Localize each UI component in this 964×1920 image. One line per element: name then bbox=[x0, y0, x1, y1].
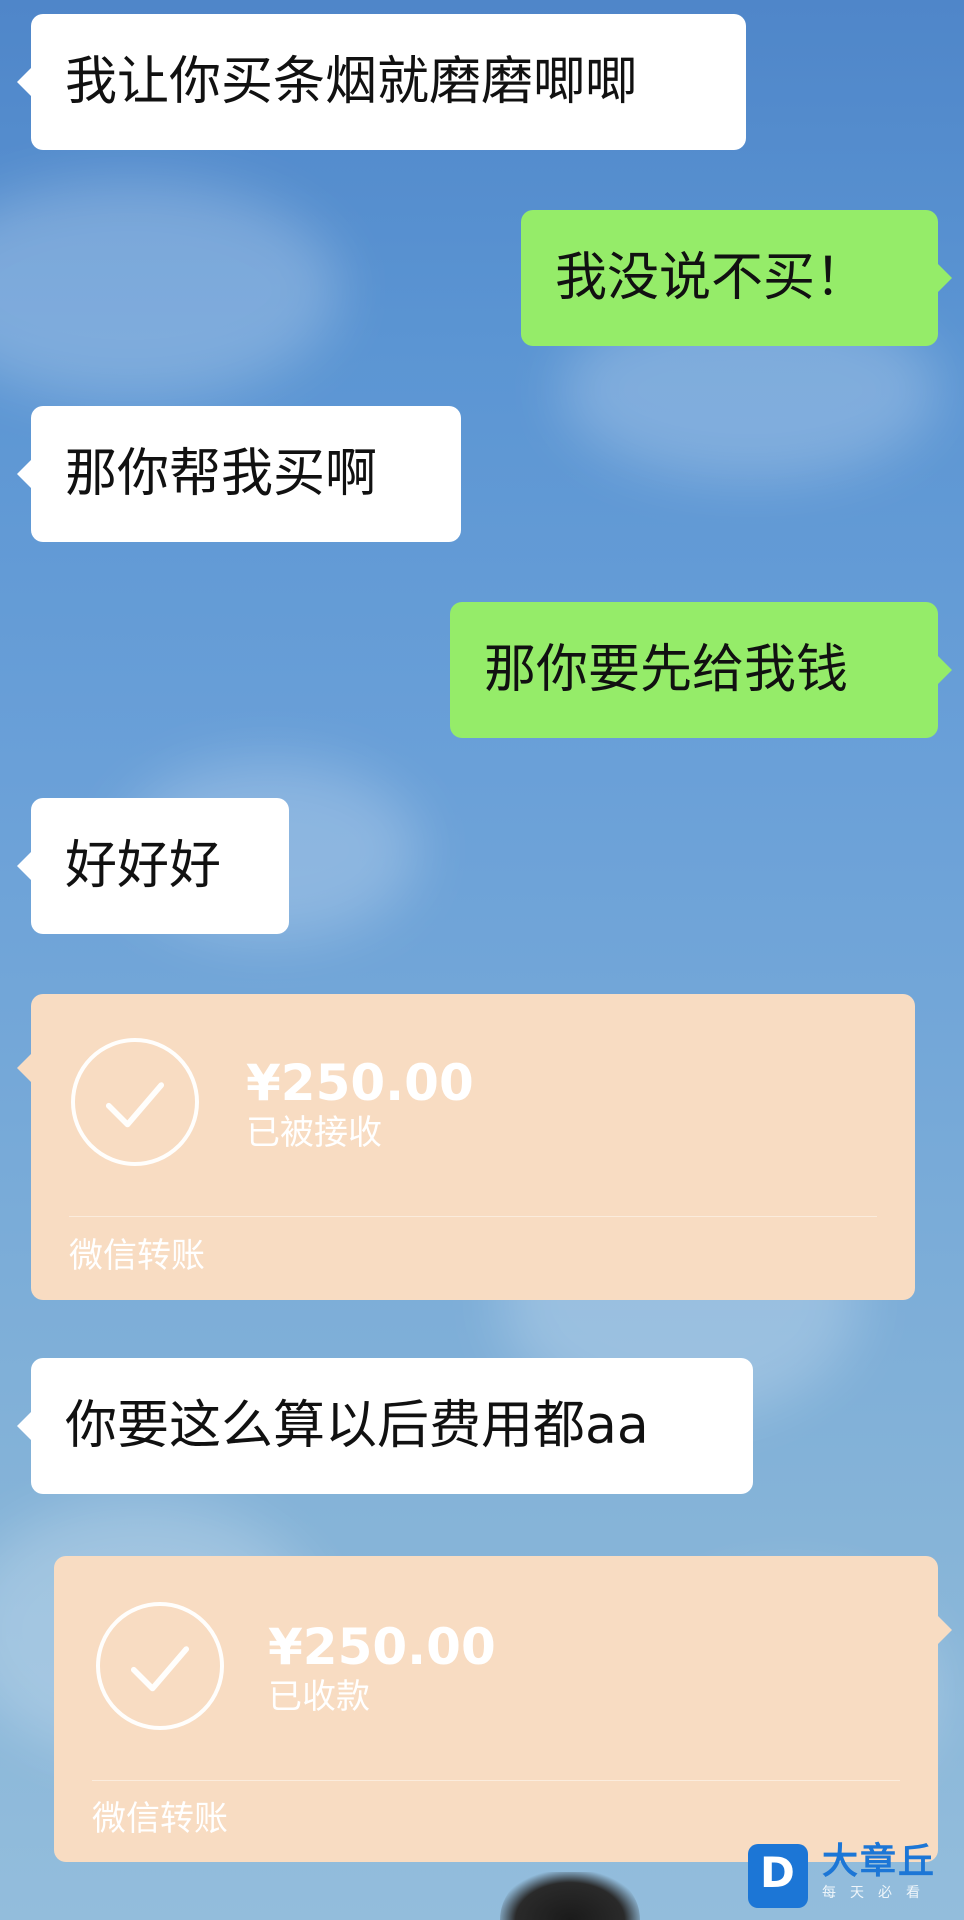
check-circle-icon bbox=[96, 1602, 224, 1730]
outgoing-message-bubble[interactable]: 我没说不买！ bbox=[521, 210, 938, 346]
message-text: 好好好 bbox=[65, 836, 222, 896]
watermark-brand: 大章丘 bbox=[822, 1841, 937, 1882]
message-text: 那你要先给我钱 bbox=[484, 640, 849, 700]
incoming-transfer-card[interactable]: ¥250.00 已被接收 微信转账 bbox=[17, 994, 915, 1300]
background-figure bbox=[500, 1872, 640, 1920]
incoming-message-bubble[interactable]: 那你帮我买啊 bbox=[31, 406, 461, 542]
transfer-divider bbox=[92, 1780, 900, 1781]
transfer-amount: ¥250.00 bbox=[268, 1618, 496, 1676]
message-row: 你要这么算以后费用都aa bbox=[31, 1358, 753, 1494]
message-row: 那你帮我买啊 bbox=[31, 406, 461, 542]
message-text: 我让你买条烟就磨磨唧唧 bbox=[65, 52, 638, 112]
message-row: 那你要先给我钱 bbox=[450, 602, 938, 738]
incoming-message-bubble[interactable]: 你要这么算以后费用都aa bbox=[31, 1358, 753, 1494]
transfer-amount: ¥250.00 bbox=[246, 1054, 474, 1112]
message-text: 你要这么算以后费用都aa bbox=[65, 1396, 649, 1456]
message-row: 好好好 bbox=[31, 798, 289, 934]
outgoing-transfer-card[interactable]: ¥250.00 已收款 微信转账 bbox=[54, 1556, 952, 1862]
transfer-service-label: 微信转账 bbox=[92, 1799, 228, 1839]
transfer-divider bbox=[69, 1216, 877, 1217]
incoming-message-bubble[interactable]: 好好好 bbox=[31, 798, 289, 934]
message-row: 我让你买条烟就磨磨唧唧 bbox=[31, 14, 746, 150]
watermark-slogan: 每天必看 bbox=[822, 1885, 934, 1901]
incoming-message-bubble[interactable]: 我让你买条烟就磨磨唧唧 bbox=[31, 14, 746, 150]
message-text: 那你帮我买啊 bbox=[65, 444, 378, 504]
outgoing-message-bubble[interactable]: 那你要先给我钱 bbox=[450, 602, 938, 738]
chat-window: 我让你买条烟就磨磨唧唧 我没说不买！ 那你帮我买啊 那你要先给我钱 好好好 ¥2… bbox=[0, 0, 964, 1920]
message-text: 我没说不买！ bbox=[555, 248, 868, 308]
message-row: 我没说不买！ bbox=[521, 210, 938, 346]
transfer-service-label: 微信转账 bbox=[69, 1236, 205, 1276]
watermark: D 大章丘 每天必看 bbox=[748, 1844, 952, 1908]
check-circle-icon bbox=[71, 1038, 199, 1166]
watermark-logo: D bbox=[748, 1844, 808, 1908]
transfer-status: 已收款 bbox=[268, 1677, 370, 1717]
transfer-status: 已被接收 bbox=[246, 1113, 382, 1153]
watermark-logo-letter: D bbox=[760, 1848, 795, 1897]
